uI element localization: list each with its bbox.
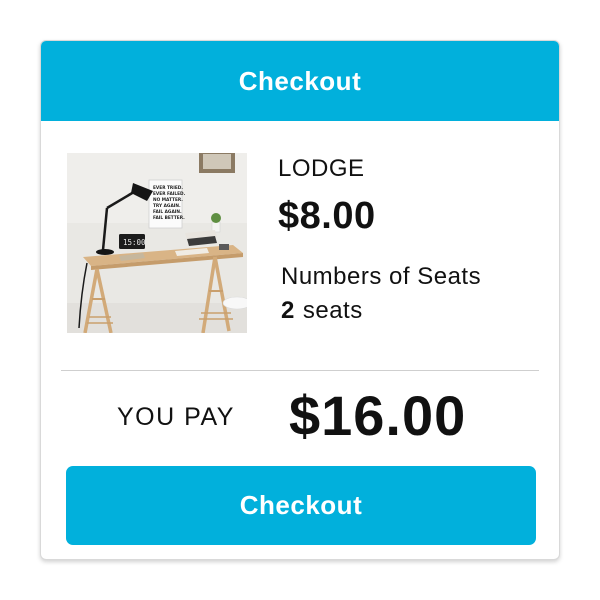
seats-label: Numbers of Seats [281, 263, 482, 290]
product-photo-icon: EVER TRIED. EVER FAILED. NO MATTER. TRY … [67, 153, 247, 333]
clock-readout: 15:00 [123, 238, 146, 247]
header-title: Checkout [238, 65, 362, 96]
sign-line: EVER TRIED. [153, 185, 183, 191]
sign-line: EVER FAILED. [153, 191, 186, 197]
seats-count: 2 [281, 297, 295, 324]
seats-value: 2 seats [281, 297, 363, 325]
sign-line: TRY AGAIN. [153, 203, 181, 209]
checkout-header: Checkout [41, 41, 559, 121]
checkout-card: Checkout EVER TRIED. EVER FAILED. NO MAT… [40, 40, 560, 560]
checkout-button[interactable]: Checkout [66, 466, 536, 545]
sign-line: FAIL AGAIN. [153, 209, 182, 215]
item-price: $8.00 [278, 195, 376, 237]
sign-line: NO MATTER. [153, 197, 183, 203]
you-pay-label: YOU PAY [117, 403, 235, 431]
item-name: LODGE [278, 155, 365, 182]
sign-line: FAIL BETTER. [153, 215, 185, 221]
divider [61, 370, 539, 371]
total-amount: $16.00 [289, 384, 467, 447]
seats-unit: seats [302, 297, 363, 324]
